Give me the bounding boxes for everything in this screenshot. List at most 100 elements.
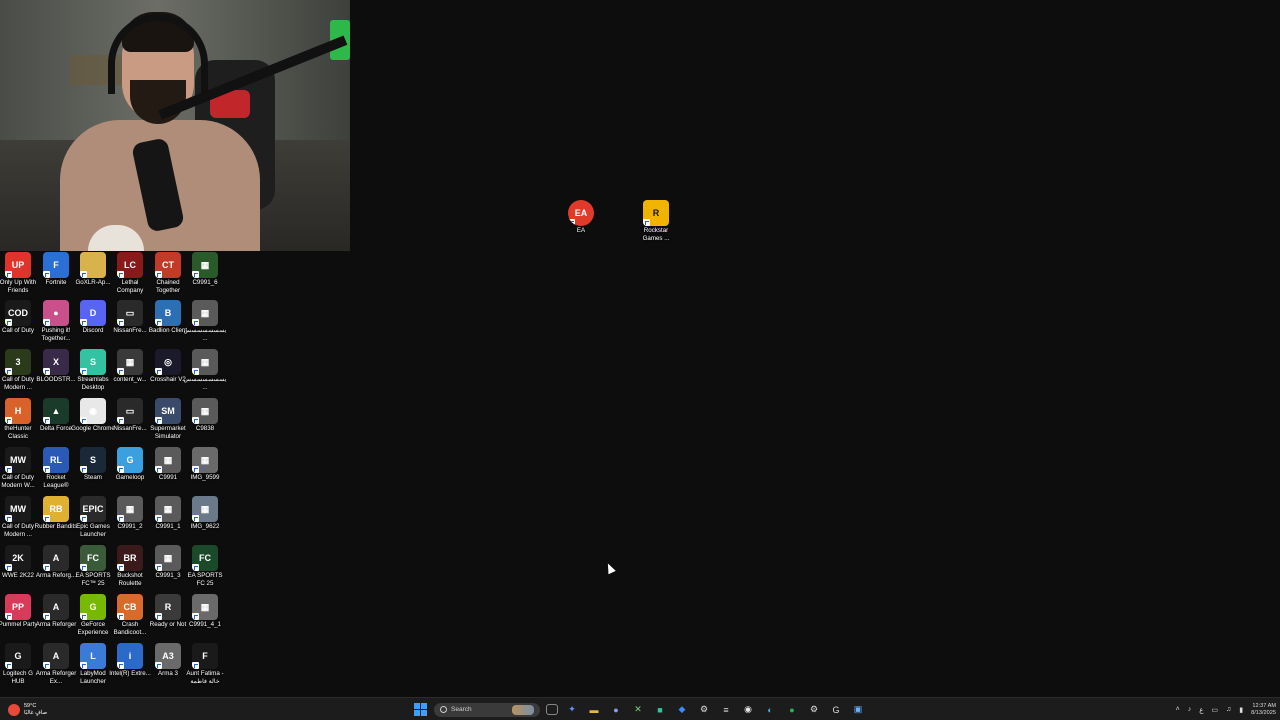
app-icon: S [80,349,106,375]
tray-overflow-icon[interactable]: ˄ [1176,706,1180,713]
app-icon: CB [117,594,143,620]
desktop-icon[interactable]: ▦ يسسسسسسس... [183,300,227,342]
shortcut-arrow-icon [155,319,162,326]
app-icon: B [155,300,181,326]
app-icon: ◎ [155,349,181,375]
app-icon: ▦ [155,545,181,571]
streamlabs-taskbar-icon[interactable]: ■ [652,702,668,718]
shortcut-arrow-icon [43,515,50,522]
desktop-icon-label: EA SPORTS FC 25 [187,572,223,587]
desktop-icon-label: IMG_9599 [190,474,220,481]
system-tray: ˄ ♪ ع ▭ ♫ ▮ 12:37 AM 8/13/2025 [1176,700,1276,719]
shortcut-arrow-icon [117,564,124,571]
shortcut-arrow-icon [643,219,650,226]
start-button[interactable] [412,702,428,718]
app-icon: 2K [5,545,31,571]
network-icon[interactable]: ▭ [1211,706,1218,714]
language-icon[interactable]: ع [1199,706,1203,714]
vpn-icon[interactable]: ◆ [674,702,690,718]
file-explorer-icon[interactable]: ▬ [586,702,602,718]
shortcut-arrow-icon [80,271,87,278]
taskbar: 59°C صافٍ غالبًا Search ✦ ▬ ● ✕ ■ ◆ ⚙ ≡ … [0,697,1280,720]
desktop-icon-label: Aunt Fatima - خالة فاطمة [186,670,224,685]
shortcut-arrow-icon [80,564,87,571]
app-window-icon[interactable]: ▣ [850,702,866,718]
app-icon: UP [5,252,31,278]
app-icon: COD [5,300,31,326]
desktop-icon[interactable]: ▦ C9991_6 [183,252,227,287]
shortcut-arrow-icon [117,368,124,375]
capcut-icon[interactable]: ≡ [718,702,734,718]
shortcut-arrow-icon [43,466,50,473]
ea-desktop-icon[interactable]: EA EA [559,200,603,235]
app-icon: G [5,643,31,669]
desktop-icon[interactable]: ▦ IMG_9599 [183,447,227,482]
shortcut-arrow-icon [192,466,199,473]
copilot-icon[interactable]: ✦ [564,702,580,718]
shortcut-arrow-icon [5,515,12,522]
shortcut-arrow-icon [5,271,12,278]
shortcut-arrow-icon [192,417,199,424]
rockstar-desktop-icon[interactable]: R Rockstar Games ... [634,200,678,242]
app-icon: ▦ [192,300,218,326]
weather-widget[interactable]: 59°C صافٍ غالبًا [8,701,47,718]
shortcut-arrow-icon [117,613,124,620]
webcam-overlay [0,0,350,251]
shortcut-arrow-icon [117,466,124,473]
shortcut-arrow-icon [155,515,162,522]
volume-icon[interactable]: ♫ [1226,706,1231,713]
shortcut-arrow-icon [43,319,50,326]
app-icon: A [43,594,69,620]
shortcut-arrow-icon [155,466,162,473]
desktop-icon-label: C9838 [195,425,215,432]
shortcut-arrow-icon [155,613,162,620]
xbox-icon[interactable]: ✕ [630,702,646,718]
clock[interactable]: 12:37 AM 8/13/2025 [1251,703,1276,717]
shortcut-arrow-icon [155,564,162,571]
discord-taskbar-icon[interactable]: ● [608,702,624,718]
app-icon [80,252,106,278]
shortcut-arrow-icon [155,417,162,424]
app-icon: MW [5,447,31,473]
shortcut-arrow-icon [43,613,50,620]
taskbar-search[interactable]: Search [434,702,540,717]
app-icon: 3 [5,349,31,375]
desktop-icon-label: EA [576,227,586,234]
app-icon: F [43,252,69,278]
app-icon: ▦ [117,496,143,522]
chrome-taskbar-icon[interactable]: ◉ [740,702,756,718]
windows-logo-icon [413,703,427,716]
shortcut-arrow-icon [155,368,162,375]
shortcut-arrow-icon [192,613,199,620]
logitech-taskbar-icon[interactable]: G [828,702,844,718]
weather-icon [8,703,20,716]
desktop-icon[interactable]: F Aunt Fatima - خالة فاطمة [183,643,227,685]
app-icon: ▦ [192,594,218,620]
steam-taskbar-icon[interactable]: ⚙ [696,702,712,718]
desktop-icon[interactable]: FC EA SPORTS FC 25 [183,545,227,587]
desktop-icon[interactable]: ▦ C9991_4_1 [183,594,227,629]
app-icon: A3 [155,643,181,669]
task-view-icon[interactable] [546,704,558,715]
spotify-icon[interactable]: ● [784,702,800,718]
desktop-icon[interactable]: ▦ IMG_9622 [183,496,227,531]
app-icon: S [80,447,106,473]
edge-icon[interactable]: ◐ [762,702,778,718]
shortcut-arrow-icon [43,417,50,424]
shortcut-arrow-icon [117,319,124,326]
battery-icon[interactable]: ▮ [1239,706,1243,714]
mic-icon[interactable]: ♪ [1188,706,1192,713]
shortcut-arrow-icon [5,613,12,620]
app-icon: FC [80,545,106,571]
desktop-icon[interactable]: ▦ C9838 [183,398,227,433]
settings-icon[interactable]: ⚙ [806,702,822,718]
app-icon: G [117,447,143,473]
app-icon: ▦ [192,447,218,473]
shortcut-arrow-icon [80,319,87,326]
weather-temp: 59°C [24,702,37,709]
desktop-icon[interactable]: ▦ يسسسسسسس... [183,349,227,391]
shortcut-arrow-icon [5,417,12,424]
app-icon: ▦ [117,349,143,375]
shortcut-arrow-icon [5,368,12,375]
shortcut-arrow-icon [5,662,12,669]
